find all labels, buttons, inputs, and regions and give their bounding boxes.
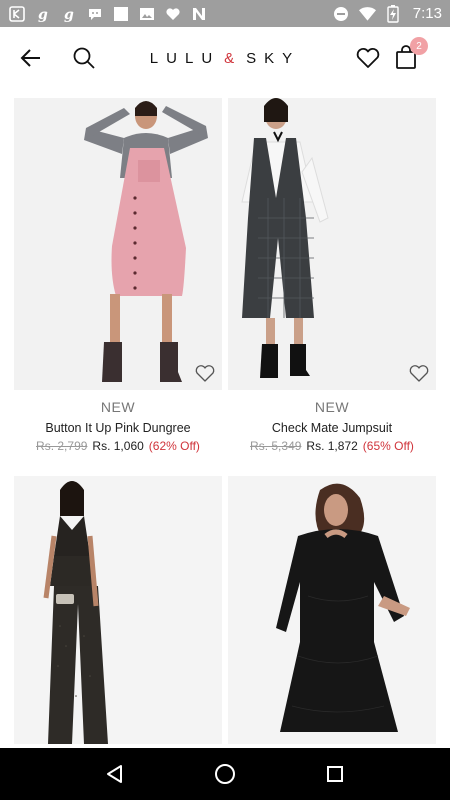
nav-recents-button[interactable] — [315, 754, 355, 794]
svg-text:g: g — [64, 7, 74, 22]
price-row: Rs. 5,349 Rs. 1,872 (65% Off) — [228, 439, 436, 453]
triangle-back-icon — [107, 765, 122, 783]
price-row: Rs. 2,799 Rs. 1,060 (62% Off) — [14, 439, 222, 453]
brand-ampersand: & — [224, 49, 243, 67]
add-to-wishlist-button[interactable] — [193, 361, 217, 385]
brand-left: LULU — [149, 49, 221, 67]
status-bar: g g 7:13 — [0, 0, 450, 27]
status-notifications: g g — [8, 5, 207, 22]
product-image[interactable] — [14, 98, 222, 390]
square-recents-icon — [327, 766, 343, 782]
heart-outline-icon — [195, 365, 215, 382]
search-icon — [73, 47, 95, 69]
nav-back-button[interactable] — [95, 754, 135, 794]
n-app-icon — [190, 5, 207, 22]
pink-dungaree-photo — [14, 98, 222, 390]
heart-outline-icon — [356, 47, 380, 68]
status-time: 7:13 — [412, 5, 442, 22]
product-info: NEW Button It Up Pink Dungree Rs. 2,799 R… — [14, 390, 222, 453]
discount-label: (62% Off) — [148, 439, 200, 453]
back-button[interactable] — [15, 42, 47, 74]
product-image[interactable] — [228, 476, 436, 744]
app-header: LULU & SKY 2 — [0, 27, 450, 89]
sale-price: Rs. 1,060 — [92, 439, 144, 453]
brand-right: SKY — [246, 49, 301, 67]
status-system: 7:13 — [333, 4, 442, 23]
product-name[interactable]: Button It Up Pink Dungree — [14, 421, 222, 435]
heart-outline-icon — [409, 365, 429, 382]
screen: g g 7:13 LULU & SKY 2 NEW Button It Up P… — [0, 0, 450, 800]
wifi-icon — [358, 5, 376, 22]
battery-charging-icon — [385, 4, 402, 23]
product-image[interactable] — [228, 98, 436, 390]
original-price: Rs. 2,799 — [36, 439, 88, 453]
do-not-disturb-icon — [333, 5, 350, 22]
circle-home-icon — [215, 764, 235, 784]
new-tag: NEW — [314, 399, 350, 415]
product-card[interactable] — [14, 476, 222, 744]
square-app-icon — [112, 5, 129, 22]
new-tag: NEW — [100, 399, 136, 415]
bag-count-badge: 2 — [410, 37, 428, 55]
black-velvet-dress-photo — [228, 476, 436, 744]
chat-bubble-icon — [86, 5, 103, 22]
heart-icon — [164, 5, 181, 22]
arrow-left-icon — [20, 49, 40, 67]
nav-home-button[interactable] — [205, 754, 245, 794]
product-grid: NEW Button It Up Pink Dungree Rs. 2,799 R… — [0, 98, 450, 748]
add-to-wishlist-button[interactable] — [407, 361, 431, 385]
g-app-icon: g — [34, 5, 51, 22]
g-app-icon: g — [60, 5, 77, 22]
system-nav-bar — [0, 748, 450, 800]
product-name[interactable]: Check Mate Jumpsuit — [228, 421, 436, 435]
product-card[interactable]: NEW Button It Up Pink Dungree Rs. 2,799 R… — [14, 98, 222, 453]
product-card[interactable]: NEW Check Mate Jumpsuit Rs. 5,349 Rs. 1,8… — [228, 98, 436, 453]
svg-text:g: g — [38, 7, 48, 22]
check-jumpsuit-photo — [228, 98, 436, 390]
search-button[interactable] — [68, 42, 100, 74]
discount-label: (65% Off) — [362, 439, 414, 453]
image-icon — [138, 5, 155, 22]
product-image[interactable] — [14, 476, 222, 744]
original-price: Rs. 5,349 — [250, 439, 302, 453]
sale-price: Rs. 1,872 — [306, 439, 358, 453]
k-app-icon — [8, 5, 25, 22]
product-card[interactable] — [228, 476, 436, 744]
wishlist-button[interactable] — [352, 42, 384, 74]
product-info: NEW Check Mate Jumpsuit Rs. 5,349 Rs. 1,8… — [228, 390, 436, 453]
shopping-bag-button[interactable]: 2 — [390, 37, 428, 73]
halter-jumpsuit-photo — [14, 476, 222, 744]
